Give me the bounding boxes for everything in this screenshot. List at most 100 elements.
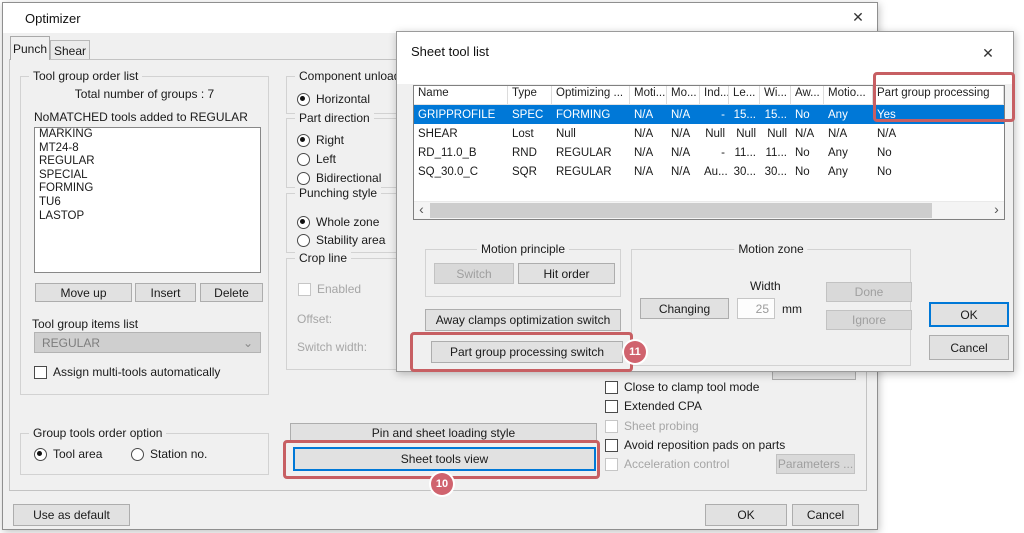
column-header[interactable]: Optimizing ... [552, 86, 630, 104]
ignore-button[interactable]: Ignore [826, 310, 912, 330]
column-header[interactable]: Moti... [630, 86, 667, 104]
tool-group-items-dropdown[interactable]: REGULAR ⌄ [34, 332, 261, 353]
sheet-tool-list-title: Sheet tool list [411, 44, 489, 59]
mm-unit-label: mm [782, 302, 802, 316]
radio-icon [297, 172, 310, 185]
part-direction-label: Part direction [295, 111, 374, 125]
radio-tool-area[interactable]: Tool area [34, 447, 102, 461]
sheet-tools-view-button[interactable]: Sheet tools view [293, 447, 596, 471]
horizontal-scrollbar[interactable]: ‹ › [414, 201, 1004, 219]
table-row[interactable]: RD_11.0_BRNDREGULARN/AN/A-11...11...NoAn… [414, 143, 1004, 162]
column-header[interactable]: Aw... [791, 86, 824, 104]
motion-principle-label: Motion principle [477, 242, 569, 256]
right-label: Right [316, 133, 344, 147]
radio-right[interactable]: Right [297, 133, 344, 147]
list-item[interactable]: TU6 [35, 196, 260, 210]
table-cell: N/A [630, 166, 667, 178]
option-checkbox[interactable]: Close to clamp tool mode [605, 380, 759, 394]
part-group-processing-switch-button[interactable]: Part group processing switch [431, 341, 623, 363]
tool-area-label: Tool area [53, 447, 102, 461]
pin-and-sheet-loading-style-button[interactable]: Pin and sheet loading style [290, 423, 597, 442]
radio-icon [297, 134, 310, 147]
radio-bidirectional[interactable]: Bidirectional [297, 171, 381, 185]
radio-left[interactable]: Left [297, 152, 336, 166]
offset-label: Offset: [297, 312, 332, 326]
tool-group-order-groupbox: Tool group order list Total number of gr… [20, 76, 269, 395]
assign-multitools-checkbox[interactable]: Assign multi-tools automatically [34, 365, 220, 379]
switch-button[interactable]: Switch [434, 263, 514, 284]
crop-enabled-checkbox[interactable]: Enabled [298, 282, 361, 296]
option-checkbox[interactable]: Avoid reposition pads on parts [605, 438, 785, 452]
insert-button[interactable]: Insert [135, 283, 196, 302]
list-item[interactable]: SPECIAL [35, 169, 260, 183]
done-button[interactable]: Done [826, 282, 912, 302]
optimizer-ok-button[interactable]: OK [705, 504, 787, 526]
sheet-tool-table: NameTypeOptimizing ...Moti...Mo...Ind...… [413, 85, 1005, 220]
column-header[interactable]: Le... [729, 86, 760, 104]
away-clamps-optimization-switch-button[interactable]: Away clamps optimization switch [425, 309, 621, 331]
table-cell: REGULAR [552, 147, 630, 159]
move-up-button[interactable]: Move up [35, 283, 132, 302]
option-checkbox[interactable]: Sheet probing [605, 419, 699, 433]
column-header[interactable]: Wi... [760, 86, 791, 104]
list-item[interactable]: FORMING [35, 182, 260, 196]
parameters-button[interactable]: Parameters ... [776, 454, 855, 474]
table-cell: - [700, 147, 729, 159]
bidirectional-label: Bidirectional [316, 171, 381, 185]
column-header[interactable]: Mo... [667, 86, 700, 104]
column-header[interactable]: Part group processing [873, 86, 1004, 104]
column-header[interactable]: Type [508, 86, 552, 104]
scrollbar-thumb[interactable] [430, 203, 932, 218]
table-body: GRIPPROFILESPECFORMINGN/AN/A-15...15...N… [414, 105, 1004, 181]
option-checkbox-label: Avoid reposition pads on parts [624, 438, 785, 452]
part-direction-groupbox: Part direction Right Left Bidirectional [286, 118, 403, 188]
table-cell: N/A [630, 147, 667, 159]
checkbox-icon [605, 439, 618, 452]
column-header[interactable]: Motio... [824, 86, 873, 104]
table-cell: No [791, 109, 824, 121]
sheet-tool-list-ok-button[interactable]: OK [929, 302, 1009, 327]
scroll-left-icon[interactable]: ‹ [414, 202, 429, 219]
table-cell: RD_11.0_B [414, 147, 508, 159]
switch-width-label: Switch width: [297, 340, 367, 354]
table-row[interactable]: GRIPPROFILESPECFORMINGN/AN/A-15...15...N… [414, 105, 1004, 124]
hit-order-button[interactable]: Hit order [518, 263, 615, 284]
table-row[interactable]: SHEARLostNullN/AN/ANullNullNullN/AN/AN/A [414, 124, 1004, 143]
tab-shear[interactable]: Shear [50, 40, 90, 60]
option-checkbox[interactable]: Extended CPA [605, 399, 702, 413]
table-cell: SHEAR [414, 128, 508, 140]
optimizer-close-icon[interactable]: ✕ [845, 6, 871, 28]
width-label: Width [750, 279, 781, 293]
radio-horizontal[interactable]: Horizontal [297, 92, 370, 106]
table-cell: 30... [729, 166, 760, 178]
radio-station-no[interactable]: Station no. [131, 447, 207, 461]
scroll-right-icon[interactable]: › [989, 202, 1004, 219]
crop-line-groupbox: Crop line Enabled Offset: Switch width: [286, 258, 403, 370]
changing-button[interactable]: Changing [640, 298, 729, 319]
table-row[interactable]: SQ_30.0_CSQRREGULARN/AN/AAu...30...30...… [414, 162, 1004, 181]
list-item[interactable]: LASTOP [35, 210, 260, 224]
tab-punch[interactable]: Punch [10, 36, 50, 60]
group-tools-order-label: Group tools order option [29, 426, 166, 440]
table-cell: N/A [630, 109, 667, 121]
delete-button[interactable]: Delete [200, 283, 263, 302]
use-as-default-button[interactable]: Use as default [13, 504, 130, 526]
column-header[interactable]: Ind... [700, 86, 729, 104]
list-item[interactable]: MARKING [35, 128, 260, 142]
sheet-tool-list-cancel-button[interactable]: Cancel [929, 335, 1009, 360]
list-item[interactable]: REGULAR [35, 155, 260, 169]
option-checkbox[interactable]: Acceleration control [605, 457, 729, 471]
table-header-row: NameTypeOptimizing ...Moti...Mo...Ind...… [414, 86, 1004, 105]
station-no-label: Station no. [150, 447, 207, 461]
table-cell: 15... [729, 109, 760, 121]
punching-style-groupbox: Punching style Whole zone Stability area [286, 193, 403, 253]
radio-stability-area[interactable]: Stability area [297, 233, 385, 247]
optimizer-cancel-button[interactable]: Cancel [792, 504, 859, 526]
sheet-tool-list-close-icon[interactable]: ✕ [975, 42, 1001, 64]
table-cell: N/A [667, 109, 700, 121]
width-input[interactable] [737, 298, 775, 319]
column-header[interactable]: Name [414, 86, 508, 104]
radio-whole-zone[interactable]: Whole zone [297, 215, 379, 229]
list-item[interactable]: MT24-8 [35, 142, 260, 156]
checkbox-icon [605, 420, 618, 433]
